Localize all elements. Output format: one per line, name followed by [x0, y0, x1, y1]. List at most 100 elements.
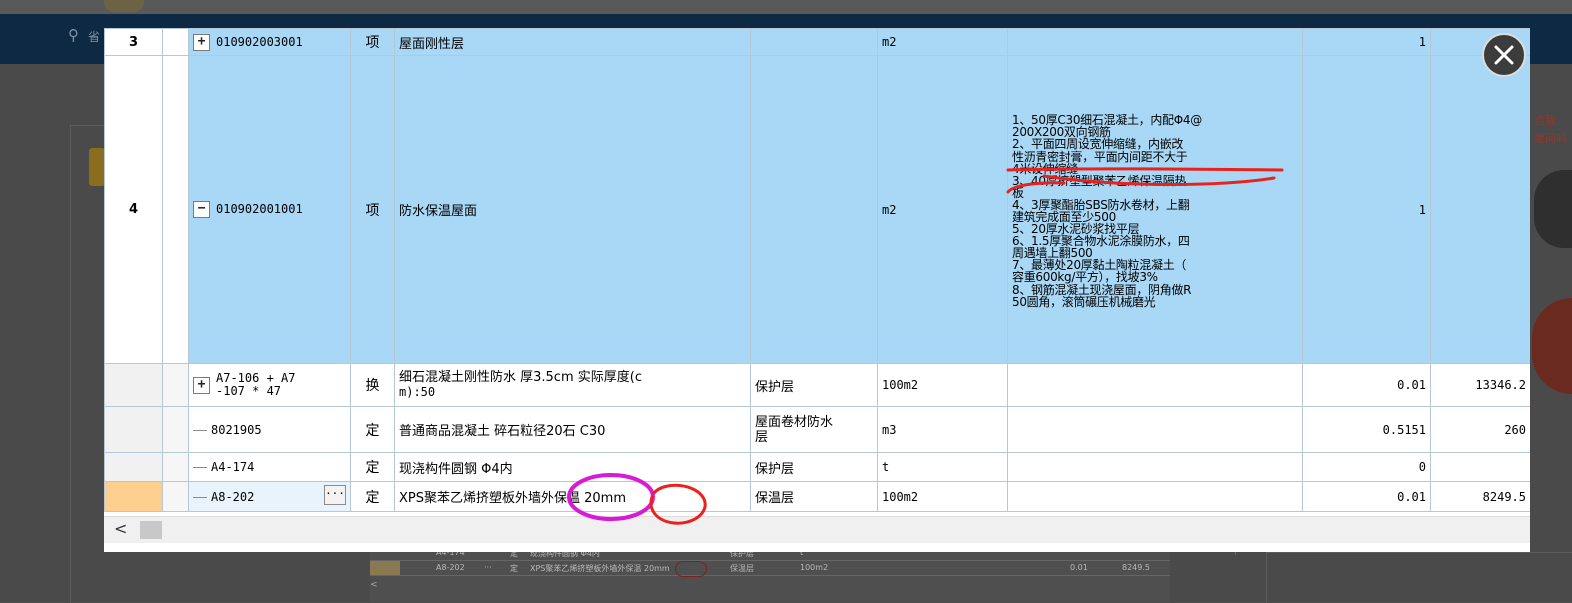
cell-price: 260	[1430, 406, 1530, 453]
background-mascot-shape	[1534, 170, 1572, 248]
cell-unit: m2	[877, 55, 1008, 364]
cell-part: 保护层	[750, 452, 878, 482]
cell-unit: 100m2	[877, 363, 1008, 407]
cell-unit: m3	[877, 406, 1008, 453]
close-button[interactable]	[1482, 33, 1526, 77]
cell-spec	[1007, 452, 1303, 482]
background-yellow-tab	[89, 148, 105, 186]
tree-gutter	[162, 28, 189, 56]
cell-name: 屋面刚性层	[394, 28, 751, 56]
table-row: A8-202 ··· 定 XPS聚苯乙烯挤塑板外墙外保温 20mm 保温层 10…	[370, 561, 1170, 576]
cell-type: 换	[350, 363, 395, 407]
cell-code: 8021905	[188, 406, 351, 453]
cell-name: 防水保温屋面	[394, 55, 751, 364]
cell-unit: 100m2	[800, 563, 829, 572]
name-line2: m):50	[399, 384, 436, 399]
part-line1: 屋面卷材防水	[755, 414, 834, 430]
cell-spec	[1007, 28, 1303, 56]
cell-name: 现浇构件圆钢 Φ4内	[394, 452, 751, 482]
part-line2: 层	[755, 429, 769, 445]
cell-qty: 0.01	[1302, 481, 1431, 512]
background-logo	[104, 0, 144, 12]
spec-text: 1、50厚C30细石混凝土，内配Φ4@ 200X200双向钢筋 2、平面四周设宽…	[1012, 113, 1202, 309]
cell-part	[750, 28, 878, 56]
cell-code: −010902001001	[188, 55, 351, 364]
row-number	[104, 481, 163, 512]
cell-type: 定	[350, 452, 395, 482]
cell-part: 屋面卷材防水层	[750, 406, 878, 453]
cell-unit: 100m2	[877, 481, 1008, 512]
cell-part: 保温层	[730, 564, 754, 573]
cell-price	[1430, 452, 1530, 482]
expand-plus-icon[interactable]: +	[193, 33, 210, 51]
background-nav-text: 省	[88, 30, 101, 44]
background-right-panel	[1266, 552, 1572, 603]
cell-code: +010902003001	[188, 28, 351, 56]
more-options-button[interactable]: ···	[324, 485, 346, 505]
table-row[interactable]: A4-174 定 现浇构件圆钢 Φ4内 保护层 t 0	[104, 452, 1530, 482]
code-text: A4-174	[211, 460, 255, 474]
cell-name: XPS聚苯乙烯挤塑板外墙外保温 20mm	[530, 564, 670, 573]
expand-plus-icon[interactable]: +	[193, 376, 210, 394]
cell-name: 细石混凝土刚性防水 厚3.5cm 实际厚度(c m):50	[394, 363, 751, 407]
cell-code: + A7-106 + A7 -107 * 47	[188, 363, 351, 407]
cell-type: 项	[350, 55, 395, 364]
background-scroll-arrow: <	[370, 580, 378, 590]
image-viewer-modal: 3 +010902003001 项 屋面刚性层 m2 1 4 −01090200…	[104, 28, 1530, 552]
table-row[interactable]: 4 −010902001001 项 防水保温屋面 m2 1、50厚C30细石混凝…	[104, 55, 1530, 364]
name-line1: 细石混凝土刚性防水 厚3.5cm 实际厚度(c	[399, 369, 642, 385]
cell-type: 项	[350, 28, 395, 56]
cell-price: 8249.5	[1122, 563, 1150, 572]
tree-branch	[193, 429, 207, 431]
horizontal-scrollbar[interactable]: <	[104, 516, 1530, 543]
tree-gutter	[162, 55, 189, 364]
row-number: 3	[104, 28, 163, 56]
collapse-minus-icon[interactable]: −	[193, 201, 210, 218]
cell-price: 8249.5	[1430, 481, 1530, 512]
cell-name: XPS聚苯乙烯挤塑板外墙外保温 20mm	[394, 481, 751, 512]
cell-part: 保温层	[750, 481, 878, 512]
row-number	[104, 363, 163, 407]
tree-gutter	[162, 406, 189, 453]
cell-price: 13346.2	[1430, 363, 1530, 407]
cell-qty: 0.01	[1302, 363, 1431, 407]
cell-unit: m2	[877, 28, 1008, 56]
cell-unit: t	[877, 452, 1008, 482]
tree-branch	[193, 467, 207, 468]
scroll-left-arrow-icon[interactable]: <	[114, 519, 127, 538]
row-number	[104, 406, 163, 453]
tree-branch	[193, 496, 207, 498]
scroll-thumb[interactable]	[140, 521, 162, 539]
tree-gutter	[162, 363, 189, 407]
location-pin-icon: ⚲	[68, 26, 79, 44]
cell-spec: 1、50厚C30细石混凝土，内配Φ4@ 200X200双向钢筋 2、平面四周设宽…	[1007, 55, 1303, 364]
table-row[interactable]: + A7-106 + A7 -107 * 47 换 细石混凝土刚性防水 厚3.5cm…	[104, 363, 1530, 407]
tree-gutter	[162, 481, 189, 512]
code-text: 010902003001	[216, 34, 303, 49]
cell-code: A4-174	[188, 452, 351, 482]
background-top-bar	[0, 0, 1572, 14]
cell-type: 定	[350, 406, 395, 453]
cell-code: A8-202	[436, 563, 465, 572]
tree-gutter	[162, 452, 189, 482]
cell-spec	[1007, 363, 1303, 407]
cell-qty: 0	[1302, 452, 1431, 482]
background-thumbnail-table: A4-174 定 现浇构件圆钢 Φ4内 保护层 t A8-202 ··· 定 X…	[370, 544, 1170, 602]
close-icon	[1494, 45, 1514, 65]
cell-name: 普通商品混凝土 碎石粒径20石 C30	[394, 406, 751, 453]
cell-type: 定	[350, 481, 395, 512]
table-row[interactable]: 8021905 定 普通商品混凝土 碎石粒径20石 C30 屋面卷材防水层 m3…	[104, 406, 1530, 453]
bill-of-quantities-table: 3 +010902003001 项 屋面刚性层 m2 1 4 −01090200…	[104, 28, 1530, 512]
cell-qty: 0.01	[1070, 563, 1088, 572]
cell-part	[750, 55, 878, 364]
cell-price	[1430, 55, 1530, 364]
cell-qty: 0.5151	[1302, 406, 1431, 453]
cell-spec	[1007, 406, 1303, 453]
cell-qty: 1	[1302, 55, 1431, 364]
code-text-line1: A7-106 + A7	[216, 371, 296, 385]
row-number: 4	[104, 55, 163, 364]
table-row[interactable]: A8-202 ··· 定 XPS聚苯乙烯挤塑板外墙外保温 20mm 保温层 10…	[104, 481, 1530, 512]
table-row[interactable]: 3 +010902003001 项 屋面刚性层 m2 1	[104, 28, 1530, 56]
cell-part: 保护层	[750, 363, 878, 407]
background-annotation-ring	[675, 561, 707, 577]
